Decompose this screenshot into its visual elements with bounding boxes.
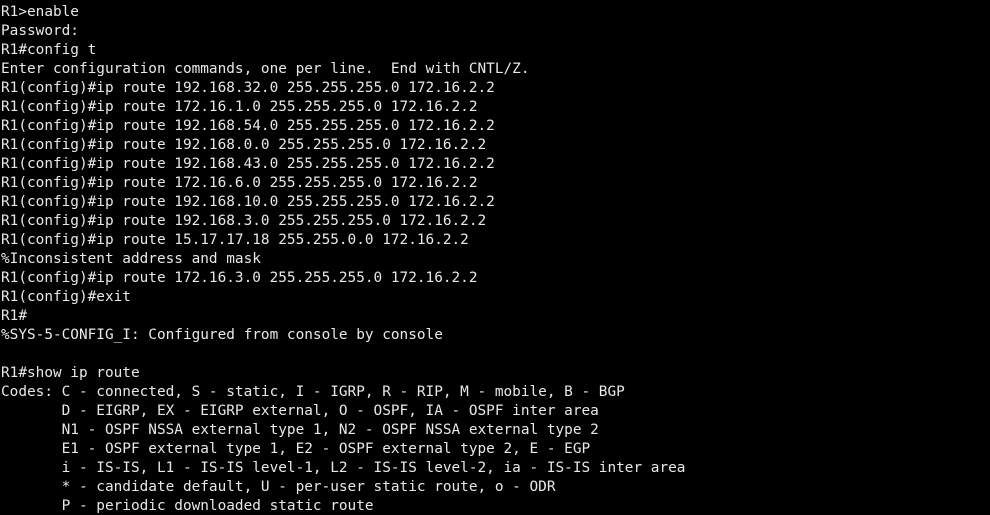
terminal-line: R1>enable [1, 4, 79, 20]
terminal-line: R1(config)#ip route 172.16.1.0 255.255.2… [1, 99, 478, 115]
terminal-line: R1(config)#ip route 172.16.6.0 255.255.2… [1, 175, 478, 191]
terminal-line: Enter configuration commands, one per li… [1, 61, 530, 77]
route-codes-line: D - EIGRP, EX - EIGRP external, O - OSPF… [1, 403, 599, 419]
route-codes-line: Codes: C - connected, S - static, I - IG… [1, 384, 625, 400]
terminal-line: R1(config)#exit [1, 289, 131, 305]
syslog-message-line: %SYS-5-CONFIG_I: Configured from console… [1, 327, 443, 343]
terminal-line: R1(config)#ip route 192.168.43.0 255.255… [1, 156, 495, 172]
terminal-line: R1(config)#ip route 172.16.3.0 255.255.2… [1, 270, 478, 286]
terminal-line: R1(config)#ip route 192.168.10.0 255.255… [1, 194, 495, 210]
terminal-line: R1(config)#ip route 192.168.0.0 255.255.… [1, 137, 487, 153]
error-message-line: %Inconsistent address and mask [1, 251, 261, 267]
route-codes-line: E1 - OSPF external type 1, E2 - OSPF ext… [1, 441, 591, 457]
terminal-line: R1#show ip route [1, 365, 140, 381]
route-codes-line: i - IS-IS, L1 - IS-IS level-1, L2 - IS-I… [1, 460, 686, 476]
terminal-window[interactable]: R1>enable Password: R1#config t Enter co… [0, 0, 990, 515]
terminal-line: Password: [1, 23, 79, 39]
terminal-line: R1(config)#ip route 15.17.17.18 255.255.… [1, 232, 469, 248]
route-codes-line: N1 - OSPF NSSA external type 1, N2 - OSP… [1, 422, 599, 438]
terminal-line: R1(config)#ip route 192.168.54.0 255.255… [1, 118, 495, 134]
route-codes-line: P - periodic downloaded static route [1, 498, 374, 514]
terminal-line: R1(config)#ip route 192.168.3.0 255.255.… [1, 213, 487, 229]
terminal-line: R1#config t [1, 42, 97, 58]
terminal-prompt: R1# [1, 308, 27, 324]
route-codes-line: * - candidate default, U - per-user stat… [1, 479, 556, 495]
terminal-line: R1(config)#ip route 192.168.32.0 255.255… [1, 80, 495, 96]
